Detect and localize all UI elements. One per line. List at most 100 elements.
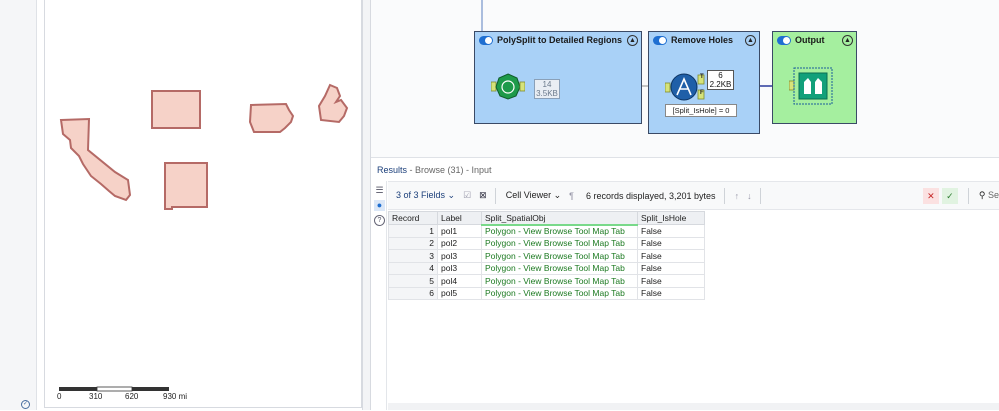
record-cell[interactable]: 4 xyxy=(388,261,438,275)
results-toolbar: 3 of 3 Fields ⌄ ☑ ⊠ Cell Viewer ⌄ ¶ 6 re… xyxy=(388,181,999,210)
collapse-icon[interactable]: ▲ xyxy=(842,35,853,46)
spatial-cell[interactable]: Polygon - View Browse Tool Map Tab xyxy=(481,261,638,275)
list-icon[interactable]: ☰ xyxy=(374,185,385,196)
collapse-icon[interactable]: ▲ xyxy=(745,35,756,46)
records-summary: 6 records displayed, 3,201 bytes xyxy=(585,190,716,201)
polygon-colorado xyxy=(151,90,201,129)
tool-remove-holes[interactable]: Remove Holes ▲ T F 6 2.2KB [Split_IsHole… xyxy=(648,31,760,134)
tool-output[interactable]: Output ▲ xyxy=(772,31,857,124)
ishole-cell[interactable]: False xyxy=(637,224,705,238)
anchor-true-label: T xyxy=(700,74,704,80)
table-row[interactable]: 2 pol2 Polygon - View Browse Tool Map Ta… xyxy=(388,236,705,250)
spatial-cell[interactable]: Polygon - View Browse Tool Map Tab xyxy=(481,286,638,300)
table-row[interactable]: 4 pol3 Polygon - View Browse Tool Map Ta… xyxy=(388,261,705,275)
toggle-icon[interactable] xyxy=(777,35,791,45)
ishole-cell[interactable]: False xyxy=(637,286,705,300)
scale-label-310: 310 xyxy=(89,392,103,401)
ishole-cell[interactable]: False xyxy=(637,274,705,288)
tool-polysplit-header: PolySplit to Detailed Regions xyxy=(475,32,641,48)
horizontal-scrollbar[interactable] xyxy=(388,403,999,410)
help-icon[interactable]: ? xyxy=(374,215,385,226)
pilcrow-icon[interactable]: ¶ xyxy=(569,191,574,201)
label-cell[interactable]: pol3 xyxy=(437,261,482,275)
apply-button[interactable]: ✓ xyxy=(941,187,958,204)
map-view[interactable]: 0 310 620 930 mi xyxy=(44,0,362,408)
toggle-icon[interactable] xyxy=(653,35,667,45)
separator xyxy=(967,187,969,204)
tool-remove-holes-title: Remove Holes xyxy=(671,35,734,45)
column-header-spatial[interactable]: Split_SpatialObj xyxy=(481,211,638,226)
table-row[interactable]: 5 pol4 Polygon - View Browse Tool Map Ta… xyxy=(388,274,705,288)
results-side-icons: ☰ ● ? xyxy=(371,181,387,410)
label-cell[interactable]: pol3 xyxy=(437,249,482,263)
record-cell[interactable]: 1 xyxy=(388,224,438,238)
chevron-down-icon: ⌄ xyxy=(447,190,456,200)
binoculars-icon[interactable]: ● xyxy=(374,200,385,211)
anchor-false-label: F xyxy=(700,90,704,96)
check-circle-icon[interactable]: ✓ xyxy=(21,400,30,409)
spatial-cell[interactable]: Polygon - View Browse Tool Map Tab xyxy=(481,224,638,238)
arrow-up-icon[interactable]: ↑ xyxy=(735,191,740,201)
table-row[interactable]: 1 pol1 Polygon - View Browse Tool Map Ta… xyxy=(388,224,705,238)
search-field[interactable]: ⚲ Se xyxy=(979,190,999,201)
workflow-canvas[interactable]: PolySplit to Detailed Regions ▲ 14 3.5KB… xyxy=(371,0,999,158)
separator xyxy=(723,187,725,204)
filter-icon[interactable] xyxy=(665,72,705,102)
collapse-icon[interactable]: ▲ xyxy=(627,35,638,46)
scale-label-620: 620 xyxy=(125,392,139,401)
spatial-cell[interactable]: Polygon - View Browse Tool Map Tab xyxy=(481,274,638,288)
column-header-label[interactable]: Label xyxy=(437,211,482,225)
table-row[interactable]: 6 pol5 Polygon - View Browse Tool Map Ta… xyxy=(388,286,705,300)
results-title: Results xyxy=(377,165,408,175)
results-subtitle: - Browse (31) - Input xyxy=(409,165,492,175)
spatial-cell[interactable]: Polygon - View Browse Tool Map Tab xyxy=(481,236,638,250)
label-cell[interactable]: pol1 xyxy=(437,224,482,238)
map-scale-bar xyxy=(59,386,169,392)
results-grid[interactable]: Record Label Split_SpatialObj Split_IsHo… xyxy=(388,211,705,300)
results-table: Record Label Split_SpatialObj Split_IsHo… xyxy=(388,211,705,300)
separator xyxy=(494,187,496,204)
chevron-down-icon: ⌄ xyxy=(553,190,562,200)
polygon-michigan xyxy=(317,83,349,124)
label-cell[interactable]: pol2 xyxy=(437,236,482,250)
panel-splitter[interactable] xyxy=(362,0,371,410)
ishole-cell[interactable]: False xyxy=(637,249,705,263)
left-side-strip: ✓ xyxy=(0,0,37,410)
browse-icon[interactable] xyxy=(789,66,833,106)
header-row: Record Label Split_SpatialObj Split_IsHo… xyxy=(388,211,705,226)
record-count-badge: 14 3.5KB xyxy=(534,79,560,99)
tool-output-title: Output xyxy=(795,35,825,45)
clear-icon[interactable]: ⊠ xyxy=(479,190,487,201)
ishole-cell[interactable]: False xyxy=(637,236,705,250)
table-row[interactable]: 3 pol3 Polygon - View Browse Tool Map Ta… xyxy=(388,249,705,263)
results-header: Results - Browse (31) - Input xyxy=(371,159,999,181)
spatial-cell[interactable]: Polygon - View Browse Tool Map Tab xyxy=(481,249,638,263)
polygon-california xyxy=(59,117,132,202)
tool-polysplit[interactable]: PolySplit to Detailed Regions ▲ 14 3.5KB xyxy=(474,31,642,124)
toggle-icon[interactable] xyxy=(479,35,493,45)
scale-label-0: 0 xyxy=(57,392,62,401)
record-cell[interactable]: 5 xyxy=(388,274,438,288)
polysplit-icon[interactable] xyxy=(491,72,525,102)
record-cell[interactable]: 6 xyxy=(388,286,438,300)
label-cell[interactable]: pol5 xyxy=(437,286,482,300)
polygon-iowa xyxy=(248,102,295,133)
tool-remove-holes-header: Remove Holes xyxy=(649,32,759,48)
ishole-cell[interactable]: False xyxy=(637,261,705,275)
arrow-down-icon[interactable]: ↓ xyxy=(747,191,752,201)
column-header-ishole[interactable]: Split_IsHole xyxy=(637,211,705,225)
edit-icon[interactable]: ☑ xyxy=(463,190,471,201)
fields-dropdown[interactable]: 3 of 3 Fields ⌄ xyxy=(396,190,455,201)
search-icon: ⚲ xyxy=(978,190,986,200)
cancel-button[interactable]: ✕ xyxy=(922,187,939,204)
polygon-new-mexico xyxy=(164,162,208,210)
record-cell[interactable]: 3 xyxy=(388,249,438,263)
cell-viewer-dropdown[interactable]: Cell Viewer ⌄ xyxy=(506,190,561,201)
record-count-badge: 6 2.2KB xyxy=(707,70,734,90)
tool-polysplit-title: PolySplit to Detailed Regions xyxy=(497,35,623,45)
label-cell[interactable]: pol4 xyxy=(437,274,482,288)
record-cell[interactable]: 2 xyxy=(388,236,438,250)
column-header-record[interactable]: Record xyxy=(388,211,438,225)
scale-label-930: 930 mi xyxy=(163,392,187,401)
map-canvas: 0 310 620 930 mi xyxy=(57,83,349,401)
